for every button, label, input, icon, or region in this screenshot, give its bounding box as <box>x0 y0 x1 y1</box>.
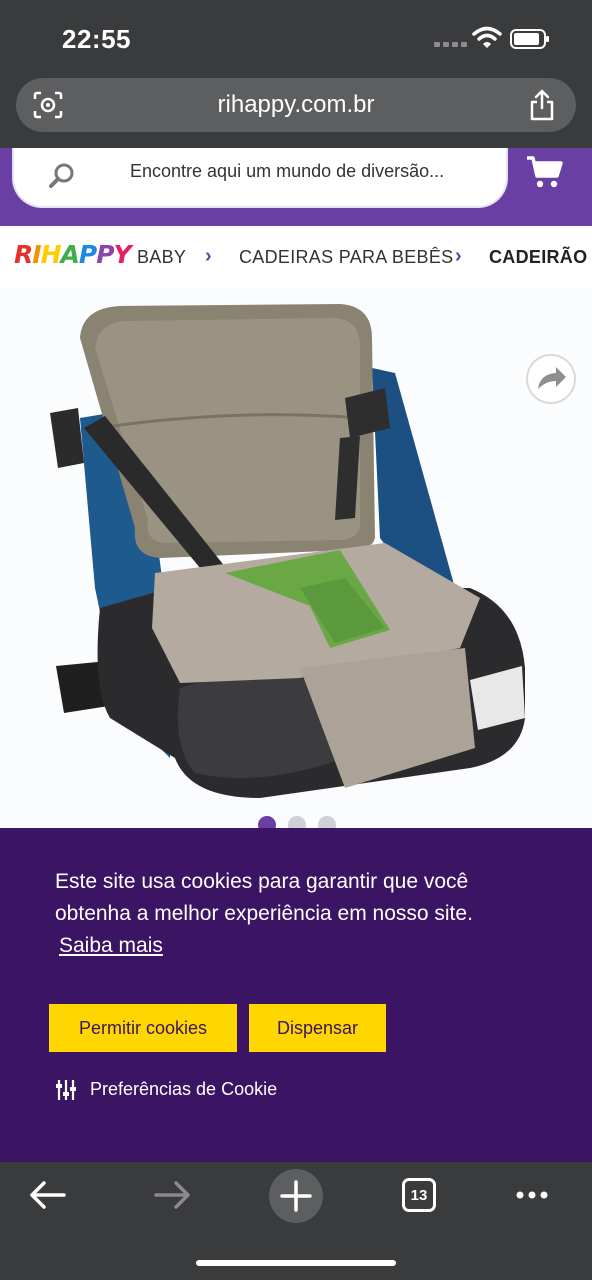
browser-top-bar: 22:55 rihappy.com.br <box>0 0 592 148</box>
carousel-dot[interactable] <box>258 816 276 828</box>
plus-icon[interactable] <box>267 1167 325 1225</box>
address-bar[interactable]: rihappy.com.br <box>16 78 576 132</box>
battery-icon <box>510 29 549 49</box>
cellular-signal-icon <box>434 42 467 47</box>
product-image-carousel[interactable] <box>0 288 592 828</box>
browser-bottom-toolbar: 13 <box>0 1162 592 1280</box>
status-time: 22:55 <box>62 24 131 54</box>
forward-arrow-icon[interactable] <box>144 1172 200 1218</box>
more-icon[interactable] <box>504 1172 560 1218</box>
breadcrumb-item-cadeiras[interactable]: CADEIRAS PARA BEBÊS <box>239 247 453 268</box>
search-input[interactable]: Encontre aqui um mundo de diversão... <box>12 148 508 208</box>
breadcrumb-item-baby[interactable]: BABY <box>137 247 186 268</box>
share-arrow-icon <box>538 367 566 389</box>
cookie-learn-more-link[interactable]: Saiba mais <box>59 934 163 958</box>
cookie-banner: Este site usa cookies para garantir que … <box>0 828 592 1162</box>
cookie-message: Este site usa cookies para garantir que … <box>55 870 473 925</box>
dismiss-button[interactable]: Dispensar <box>249 1004 386 1052</box>
tabs-icon[interactable]: 13 <box>402 1178 436 1212</box>
chevron-right-icon: › <box>455 245 462 267</box>
sliders-icon[interactable] <box>54 1078 78 1102</box>
carousel-dot[interactable] <box>288 816 306 828</box>
product-image <box>50 304 526 798</box>
breadcrumb-item-current: CADEIRÃO <box>489 247 588 267</box>
breadcrumb: RIHAPPY BABY › CADEIRAS PARA BEBÊS › CAD… <box>0 226 592 288</box>
back-arrow-icon[interactable] <box>20 1172 76 1218</box>
search-placeholder[interactable]: Encontre aqui um mundo de diversão... <box>130 161 444 182</box>
rihappy-logo[interactable]: RIHAPPY <box>14 240 132 269</box>
carousel-dot[interactable] <box>318 816 336 828</box>
cookie-preferences-link[interactable]: Preferências de Cookie <box>90 1079 277 1100</box>
cart-icon[interactable] <box>526 154 564 190</box>
search-icon[interactable] <box>48 162 76 190</box>
carousel-dots <box>258 816 336 828</box>
share-icon[interactable] <box>528 88 556 122</box>
home-indicator <box>196 1260 396 1266</box>
site-header: Encontre aqui um mundo de diversão... <box>0 148 592 226</box>
url-text[interactable]: rihappy.com.br <box>16 91 576 119</box>
share-product-button[interactable] <box>526 354 576 404</box>
wifi-icon <box>472 26 502 48</box>
chevron-right-icon: › <box>205 245 212 267</box>
allow-cookies-button[interactable]: Permitir cookies <box>49 1004 237 1052</box>
